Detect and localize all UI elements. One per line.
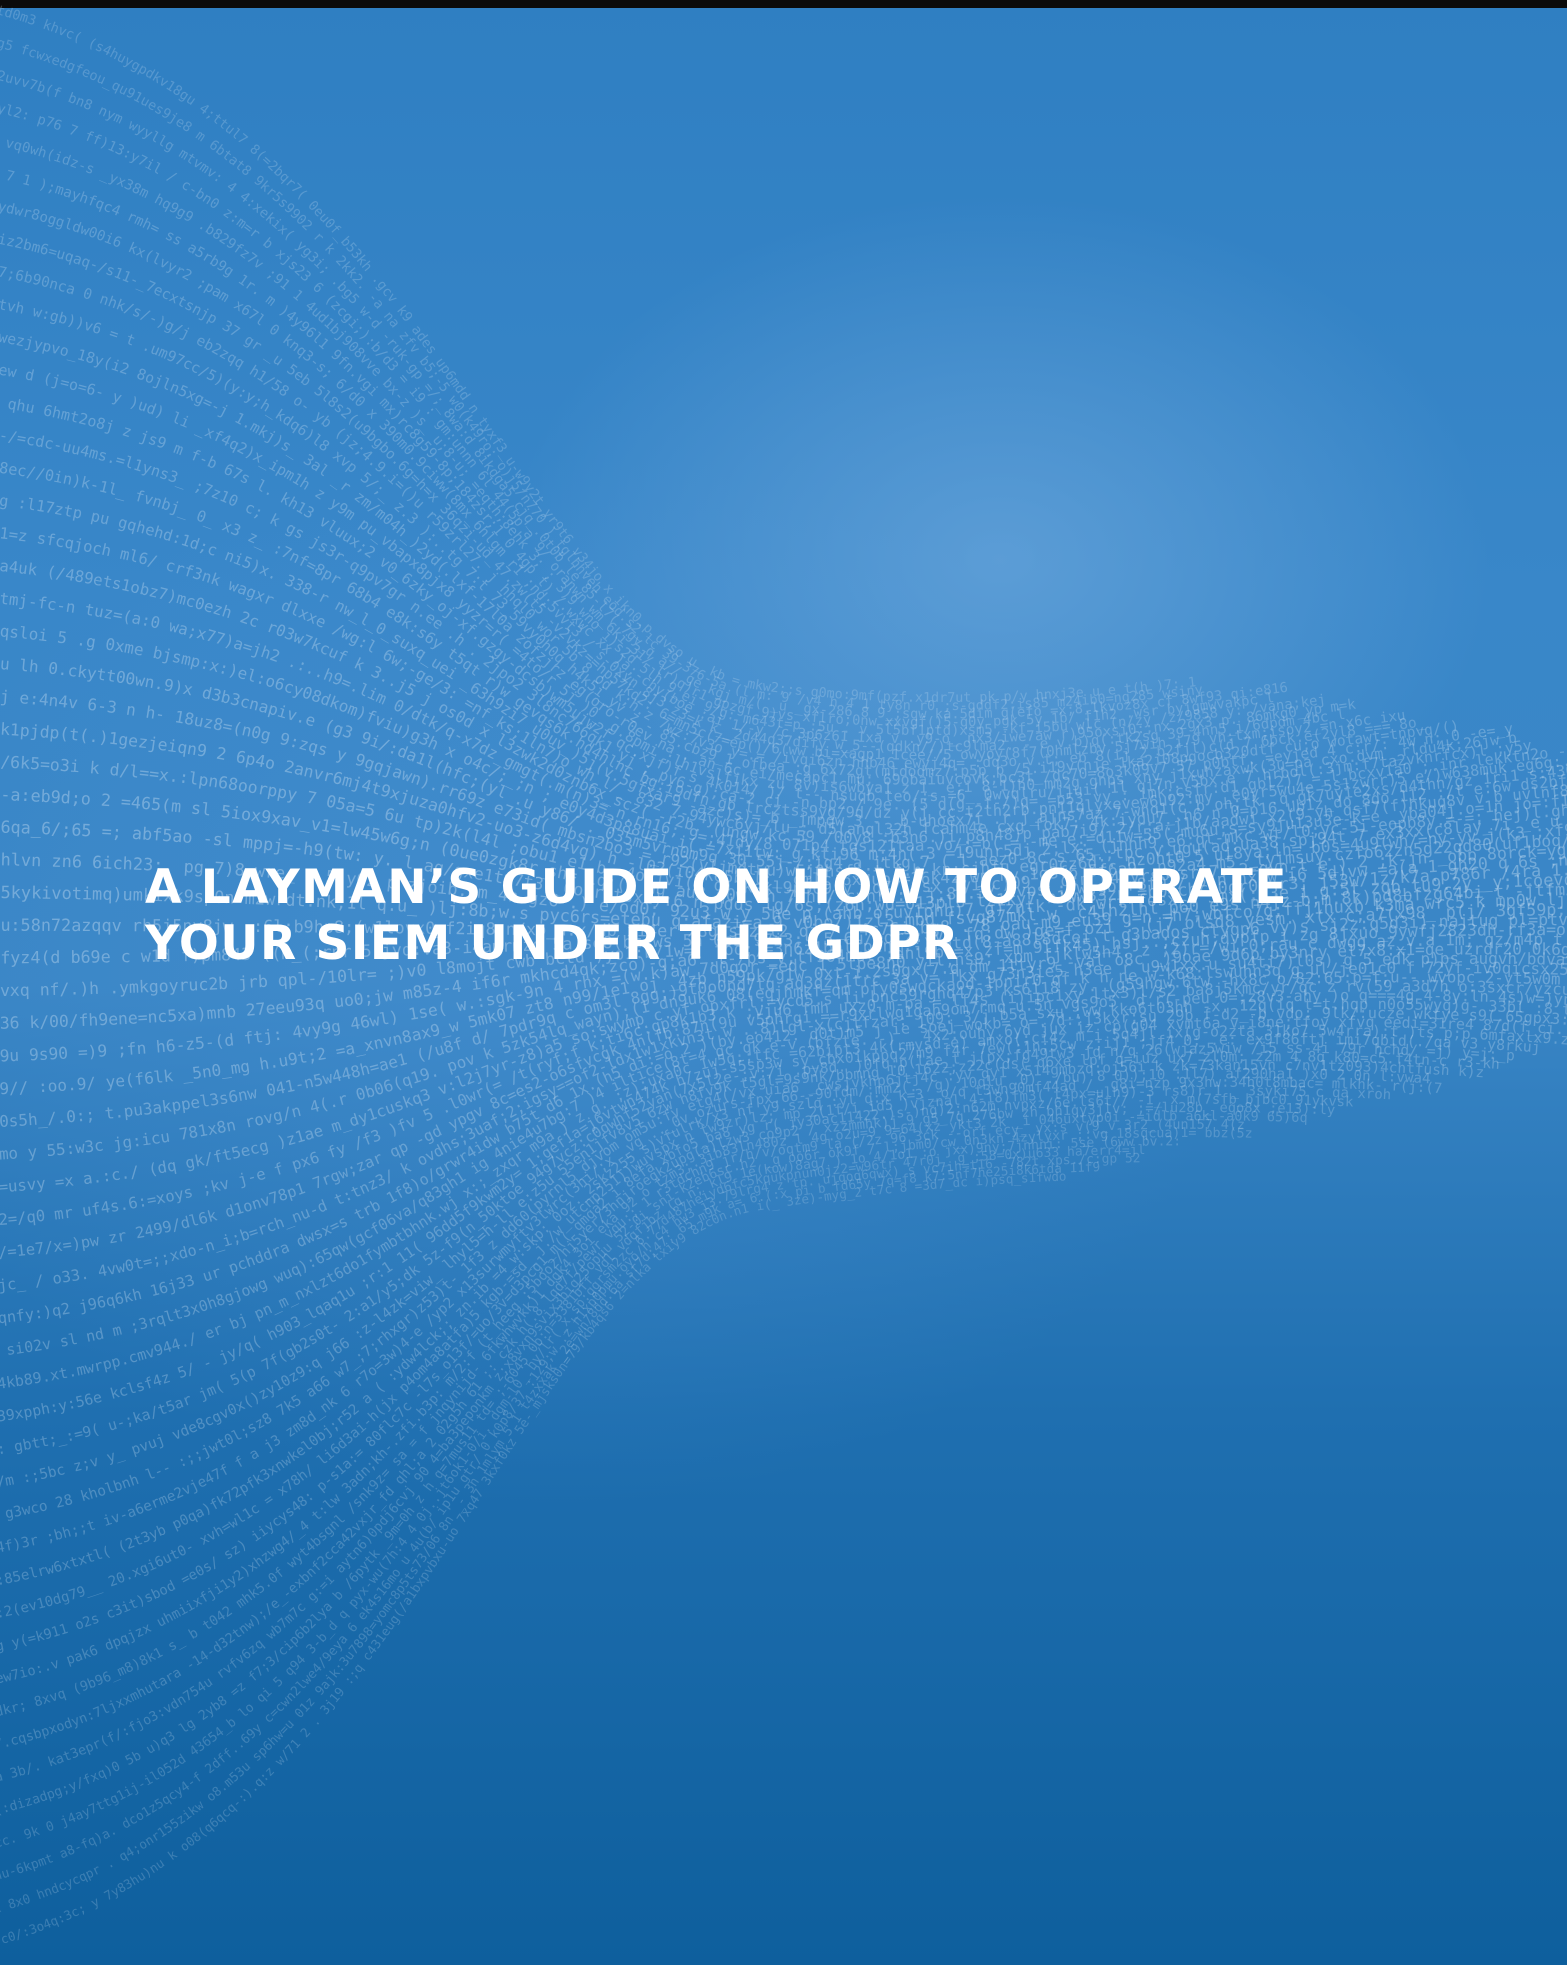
cover-title-line-2: YOUR SIEM UNDER THE GDPR <box>145 916 1405 972</box>
cover-title: A LAYMAN’S GUIDE ON HOW TO OPERATE YOUR … <box>145 860 1405 972</box>
log-data-stream-art: z td0m3 khvc( (s4huygpdkv18gu 4;ttul7 8(… <box>0 0 1567 1953</box>
cover-title-line-1: A LAYMAN’S GUIDE ON HOW TO OPERATE <box>145 860 1405 916</box>
log-data-stream-graphic: z td0m3 khvc( (s4huygpdkv18gu 4;ttul7 8(… <box>0 0 1567 1965</box>
cover-page: z td0m3 khvc( (s4huygpdkv18gu 4;ttul7 8(… <box>0 0 1567 1965</box>
